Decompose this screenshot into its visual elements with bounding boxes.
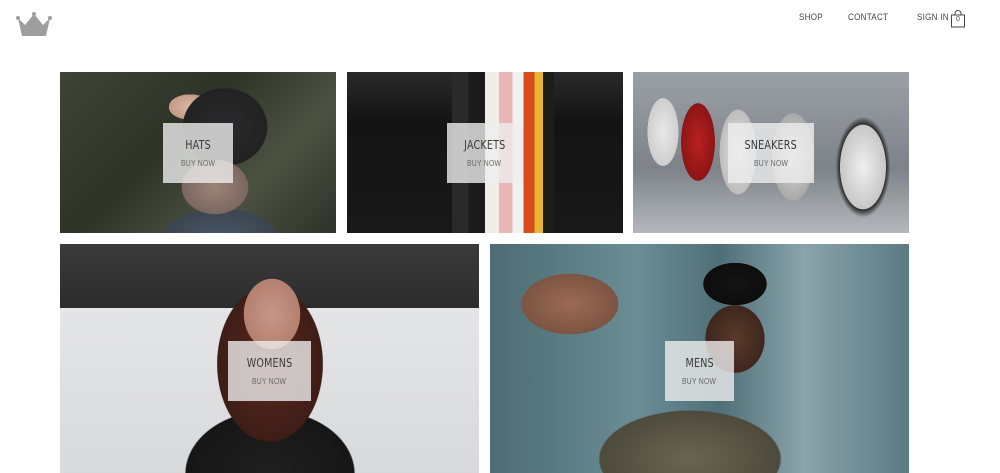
nav-sign-in-link[interactable]: SIGN IN [917,12,949,23]
category-tile-jackets[interactable]: JACKETS BUY NOW [347,72,623,233]
category-label-box[interactable]: HATS BUY NOW [163,123,233,183]
main-nav: SHOP CONTACT SIGN IN [799,12,954,23]
buy-now-link[interactable]: BUY NOW [252,377,286,386]
category-label-box[interactable]: JACKETS BUY NOW [447,123,522,183]
nav-contact-link[interactable]: CONTACT [848,12,888,23]
site-header: SHOP CONTACT SIGN IN 0 [0,0,1000,40]
category-title: JACKETS [463,138,506,152]
buy-now-link[interactable]: BUY NOW [682,377,716,386]
buy-now-link[interactable]: BUY NOW [181,159,215,168]
category-tile-womens[interactable]: WOMENS BUY NOW [60,244,479,473]
category-tile-sneakers[interactable]: SNEAKERS BUY NOW [633,72,909,233]
cart-count: 0 [956,16,960,23]
category-title: HATS [185,138,211,152]
crown-icon[interactable] [16,12,52,38]
category-title: MENS [685,356,714,370]
category-tile-hats[interactable]: HATS BUY NOW [60,72,336,233]
category-title: WOMENS [246,356,293,370]
category-tile-mens[interactable]: MENS BUY NOW [490,244,909,473]
buy-now-link[interactable]: BUY NOW [467,159,501,168]
cart-button[interactable]: 0 [950,10,966,28]
category-label-box[interactable]: MENS BUY NOW [665,341,734,401]
category-title: SNEAKERS [744,138,798,152]
category-label-box[interactable]: SNEAKERS BUY NOW [728,123,814,183]
category-label-box[interactable]: WOMENS BUY NOW [228,341,311,401]
nav-shop-link[interactable]: SHOP [799,12,823,23]
buy-now-link[interactable]: BUY NOW [754,159,788,168]
